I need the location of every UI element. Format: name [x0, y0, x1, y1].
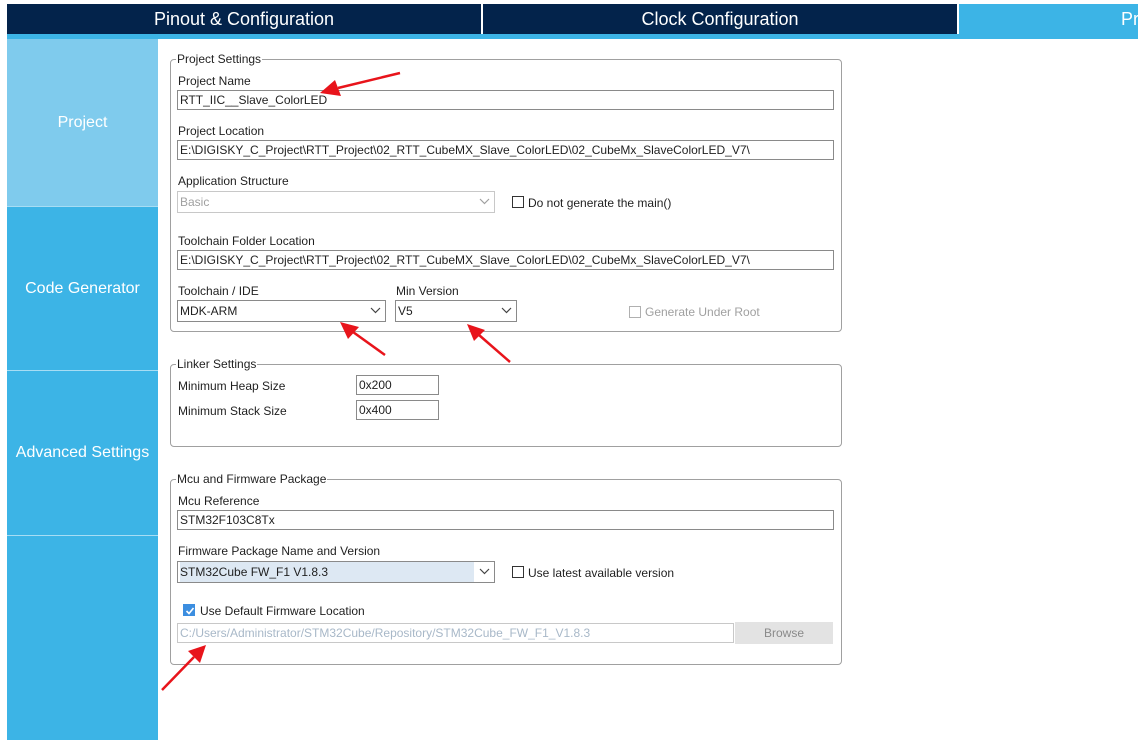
toolchain-ide-label: Toolchain / IDE [178, 284, 259, 298]
min-version-select[interactable]: V5 [395, 300, 517, 322]
tab-clock-configuration[interactable]: Clock Configuration [483, 4, 957, 34]
do-not-generate-main-label: Do not generate the main() [528, 196, 672, 210]
use-default-firmware-location-checkbox[interactable] [183, 604, 195, 616]
tab-project-manager[interactable]: Pr [959, 4, 1138, 34]
browse-button[interactable]: Browse [735, 622, 833, 644]
firmware-package-select[interactable]: STM32Cube FW_F1 V1.8.3 [177, 561, 495, 583]
use-default-firmware-location-label: Use Default Firmware Location [200, 604, 365, 618]
toolchain-ide-select[interactable]: MDK-ARM [177, 300, 386, 322]
use-latest-version-checkbox[interactable] [512, 566, 524, 578]
application-structure-select[interactable]: Basic [177, 191, 495, 213]
toolchain-folder-input[interactable]: E:\DIGISKY_C_Project\RTT_Project\02_RTT_… [177, 250, 834, 270]
toolchain-folder-label: Toolchain Folder Location [178, 234, 315, 248]
project-name-label: Project Name [178, 74, 251, 88]
minimum-heap-size-input[interactable]: 0x200 [356, 375, 439, 395]
chevron-down-icon [365, 301, 385, 321]
project-location-label: Project Location [178, 124, 265, 138]
top-tab-bar: Pinout & Configuration Clock Configurati… [0, 0, 1138, 40]
chevron-down-icon [496, 301, 516, 321]
firmware-package-label: Firmware Package Name and Version [178, 544, 381, 558]
do-not-generate-main-checkbox[interactable] [512, 196, 524, 208]
tab-pinout-configuration[interactable]: Pinout & Configuration [7, 4, 481, 34]
minimum-heap-size-label: Minimum Heap Size [178, 379, 286, 393]
chevron-down-icon [474, 562, 494, 582]
sidebar-divider [7, 535, 158, 536]
minimum-stack-size-label: Minimum Stack Size [178, 404, 287, 418]
firmware-location-input[interactable]: C:/Users/Administrator/STM32Cube/Reposit… [177, 623, 734, 643]
project-name-input[interactable]: RTT_IIC__Slave_ColorLED [177, 90, 834, 110]
tab-underline [7, 34, 1138, 39]
project-location-input[interactable]: E:\DIGISKY_C_Project\RTT_Project\02_RTT_… [177, 140, 834, 160]
toolchain-ide-value: MDK-ARM [180, 304, 238, 318]
linker-settings-legend: Linker Settings [176, 357, 258, 372]
chevron-down-icon [474, 192, 494, 212]
min-version-label: Min Version [396, 284, 459, 298]
mcu-reference-label: Mcu Reference [178, 494, 260, 508]
generate-under-root-checkbox[interactable] [629, 306, 641, 318]
sidebar: Project Code Generator Advanced Settings [7, 39, 158, 740]
firmware-package-value: STM32Cube FW_F1 V1.8.3 [180, 562, 474, 582]
application-structure-label: Application Structure [178, 174, 289, 188]
minimum-stack-size-input[interactable]: 0x400 [356, 400, 439, 420]
application-structure-value: Basic [180, 195, 210, 209]
sidebar-item-advanced-settings[interactable]: Advanced Settings [7, 371, 158, 535]
use-latest-version-label: Use latest available version [528, 566, 675, 580]
mcu-reference-input[interactable]: STM32F103C8Tx [177, 510, 834, 530]
sidebar-item-code-generator[interactable]: Code Generator [7, 207, 158, 370]
project-settings-legend: Project Settings [176, 52, 263, 67]
sidebar-item-project[interactable]: Project [7, 39, 158, 206]
generate-under-root-label: Generate Under Root [645, 305, 760, 319]
min-version-value: V5 [398, 304, 413, 318]
mcu-firmware-legend: Mcu and Firmware Package [176, 472, 328, 487]
checkmark-icon [185, 607, 195, 615]
